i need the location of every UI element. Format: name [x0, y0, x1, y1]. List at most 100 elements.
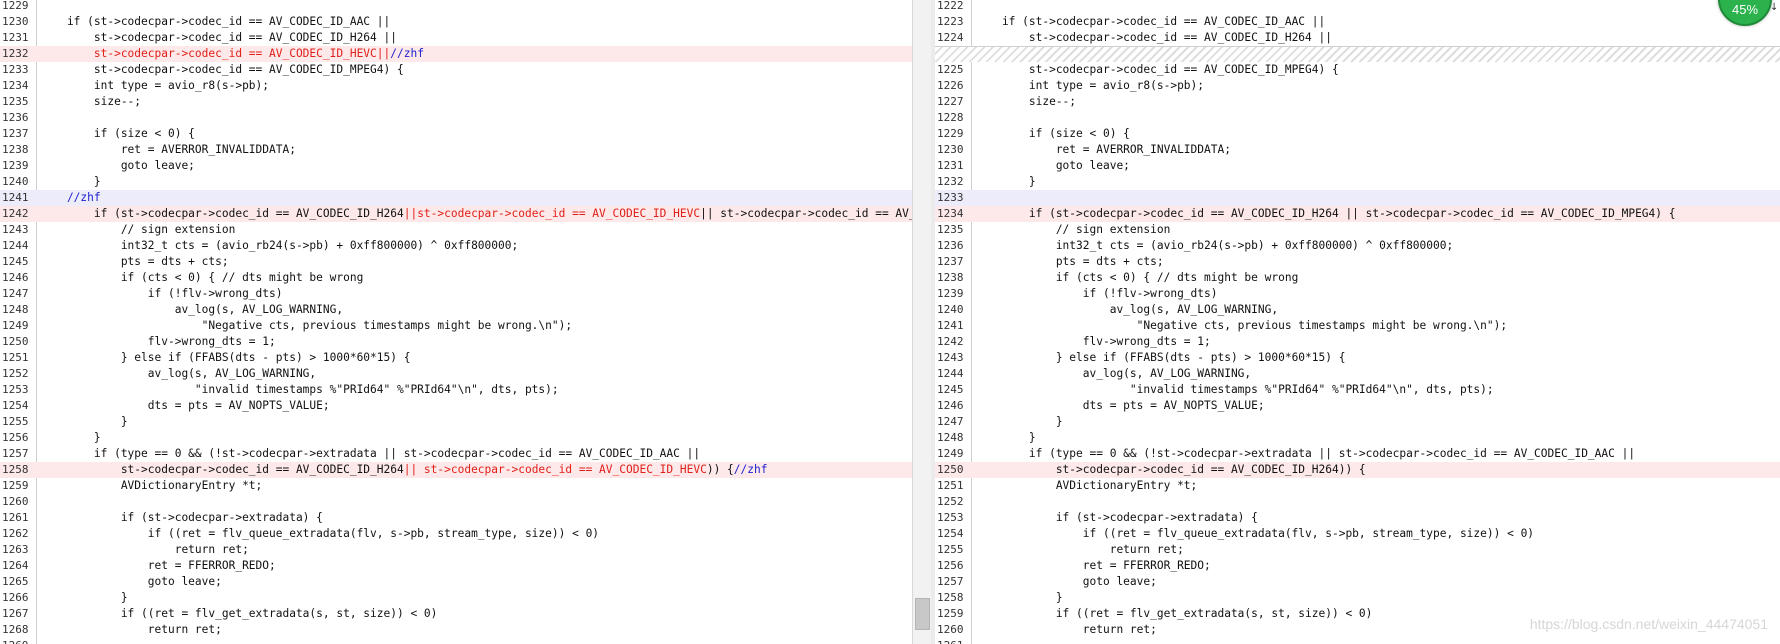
code-line[interactable]: 1248 av_log(s, AV_LOG_WARNING,: [0, 302, 912, 318]
code-line[interactable]: 1247 }: [935, 414, 1780, 430]
code-line[interactable]: 1250 flv->wrong_dts = 1;: [0, 334, 912, 350]
code-line[interactable]: 1231 goto leave;: [935, 158, 1780, 174]
code-line[interactable]: 1223 if (st->codecpar->codec_id == AV_CO…: [935, 14, 1780, 30]
code-line[interactable]: 1227 size--;: [935, 94, 1780, 110]
code-line[interactable]: 1258 }: [935, 590, 1780, 606]
code-line[interactable]: 1224 st->codecpar->codec_id == AV_CODEC_…: [935, 30, 1780, 46]
code-segment: if (!flv->wrong_dts): [40, 287, 283, 300]
code-line[interactable]: 1225 st->codecpar->codec_id == AV_CODEC_…: [935, 62, 1780, 78]
line-number: 1267: [2, 607, 29, 620]
code-lines-left[interactable]: 1229 1230 if (st->codecpar->codec_id == A…: [0, 0, 912, 644]
code-text: goto leave;: [40, 158, 912, 174]
code-line[interactable]: 1264 ret = FFERROR_REDO;: [0, 558, 912, 574]
code-line[interactable]: 1232 st->codecpar->codec_id == AV_CODEC_…: [0, 46, 912, 62]
code-line[interactable]: 1242 if (st->codecpar->codec_id == AV_CO…: [0, 206, 912, 222]
code-text: AVDictionaryEntry *t;: [975, 478, 1780, 494]
line-number: 1252: [2, 367, 29, 380]
code-line[interactable]: 1243 // sign extension: [0, 222, 912, 238]
code-line[interactable]: 1251 AVDictionaryEntry *t;: [935, 478, 1780, 494]
code-line[interactable]: 1253 "invalid timestamps %"PRId64" %"PRI…: [0, 382, 912, 398]
code-line[interactable]: 1252: [935, 494, 1780, 510]
code-line[interactable]: 1241 "Negative cts, previous timestamps …: [935, 318, 1780, 334]
code-line[interactable]: 1230 if (st->codecpar->codec_id == AV_CO…: [0, 14, 912, 30]
code-line[interactable]: 1255 }: [0, 414, 912, 430]
code-line[interactable]: 1242 flv->wrong_dts = 1;: [935, 334, 1780, 350]
code-line[interactable]: 1229 if (size < 0) {: [935, 126, 1780, 142]
code-line[interactable]: 1237 if (size < 0) {: [0, 126, 912, 142]
code-line[interactable]: 1268 return ret;: [0, 622, 912, 638]
code-line[interactable]: 1252 av_log(s, AV_LOG_WARNING,: [0, 366, 912, 382]
code-line[interactable]: 1244 av_log(s, AV_LOG_WARNING,: [935, 366, 1780, 382]
code-line[interactable]: 1235 size--;: [0, 94, 912, 110]
code-line[interactable]: 1234 if (st->codecpar->codec_id == AV_CO…: [935, 206, 1780, 222]
code-text: if (st->codecpar->codec_id == AV_CODEC_I…: [40, 14, 912, 30]
code-line[interactable]: 1246 dts = pts = AV_NOPTS_VALUE;: [935, 398, 1780, 414]
code-line[interactable]: 1263 return ret;: [0, 542, 912, 558]
code-line[interactable]: 1237 pts = dts + cts;: [935, 254, 1780, 270]
code-text: av_log(s, AV_LOG_WARNING,: [40, 366, 912, 382]
code-line[interactable]: 1239 if (!flv->wrong_dts): [935, 286, 1780, 302]
code-line[interactable]: 1236: [0, 110, 912, 126]
code-line[interactable]: 1249 if (type == 0 && (!st->codecpar->ex…: [935, 446, 1780, 462]
code-line[interactable]: 1240 av_log(s, AV_LOG_WARNING,: [935, 302, 1780, 318]
code-line[interactable]: 1248 }: [935, 430, 1780, 446]
code-line[interactable]: 1269: [0, 638, 912, 644]
code-line[interactable]: 1230 ret = AVERROR_INVALIDDATA;: [935, 142, 1780, 158]
code-line[interactable]: 1260: [0, 494, 912, 510]
code-line[interactable]: 1257 if (type == 0 && (!st->codecpar->ex…: [0, 446, 912, 462]
code-line[interactable]: 1240 }: [0, 174, 912, 190]
code-line[interactable]: 1235 // sign extension: [935, 222, 1780, 238]
code-line[interactable]: 1233: [935, 190, 1780, 206]
code-line[interactable]: 1256 }: [0, 430, 912, 446]
code-line[interactable]: 1259 AVDictionaryEntry *t;: [0, 478, 912, 494]
code-line[interactable]: 1256 ret = FFERROR_REDO;: [935, 558, 1780, 574]
code-line[interactable]: 1246 if (cts < 0) { // dts might be wron…: [0, 270, 912, 286]
code-line[interactable]: 1247 if (!flv->wrong_dts): [0, 286, 912, 302]
code-line[interactable]: 1254 dts = pts = AV_NOPTS_VALUE;: [0, 398, 912, 414]
code-line[interactable]: 1239 goto leave;: [0, 158, 912, 174]
line-number: 1260: [2, 495, 29, 508]
code-line[interactable]: 1241 //zhf: [0, 190, 912, 206]
code-line[interactable]: 1261: [935, 638, 1780, 644]
code-line[interactable]: 1228: [935, 110, 1780, 126]
code-line[interactable]: 1249 "Negative cts, previous timestamps …: [0, 318, 912, 334]
code-line[interactable]: 1233 st->codecpar->codec_id == AV_CODEC_…: [0, 62, 912, 78]
code-line[interactable]: 1253 if (st->codecpar->extradata) {: [935, 510, 1780, 526]
code-line[interactable]: 1226 int type = avio_r8(s->pb);: [935, 78, 1780, 94]
code-segment: if (size < 0) {: [975, 127, 1130, 140]
scrollbar-thumb[interactable]: [915, 598, 930, 630]
code-line[interactable]: 1222: [935, 0, 1780, 14]
line-number: 1253: [937, 511, 964, 524]
code-line[interactable]: 1261 if (st->codecpar->extradata) {: [0, 510, 912, 526]
code-line[interactable]: 1245 pts = dts + cts;: [0, 254, 912, 270]
code-line[interactable]: 1236 int32_t cts = (avio_rb24(s->pb) + 0…: [935, 238, 1780, 254]
code-line[interactable]: 1231 st->codecpar->codec_id == AV_CODEC_…: [0, 30, 912, 46]
diff-pane-left[interactable]: 1229 1230 if (st->codecpar->codec_id == A…: [0, 0, 912, 644]
code-lines-right[interactable]: 1222 1223 if (st->codecpar->codec_id == A…: [935, 0, 1780, 644]
line-number: 1234: [937, 207, 964, 220]
code-line[interactable]: 1229: [0, 0, 912, 14]
line-number: 1247: [937, 415, 964, 428]
code-line[interactable]: 1262 if ((ret = flv_queue_extradata(flv,…: [0, 526, 912, 542]
code-line[interactable]: 1267 if ((ret = flv_get_extradata(s, st,…: [0, 606, 912, 622]
code-line[interactable]: 1250 st->codecpar->codec_id == AV_CODEC_…: [935, 462, 1780, 478]
code-line[interactable]: 1238 if (cts < 0) { // dts might be wron…: [935, 270, 1780, 286]
code-line[interactable]: 1243 } else if (FFABS(dts - pts) > 1000*…: [935, 350, 1780, 366]
diff-pane-right[interactable]: 1222 1223 if (st->codecpar->codec_id == A…: [935, 0, 1780, 644]
code-line[interactable]: [935, 46, 1780, 62]
code-line[interactable]: 1234 int type = avio_r8(s->pb);: [0, 78, 912, 94]
code-line[interactable]: 1238 ret = AVERROR_INVALIDDATA;: [0, 142, 912, 158]
code-line[interactable]: 1258 st->codecpar->codec_id == AV_CODEC_…: [0, 462, 912, 478]
vertical-scrollbar[interactable]: [912, 0, 932, 644]
code-line[interactable]: 1244 int32_t cts = (avio_rb24(s->pb) + 0…: [0, 238, 912, 254]
code-text: dts = pts = AV_NOPTS_VALUE;: [40, 398, 912, 414]
code-line[interactable]: 1232 }: [935, 174, 1780, 190]
code-line[interactable]: 1254 if ((ret = flv_queue_extradata(flv,…: [935, 526, 1780, 542]
code-text: //zhf: [40, 190, 912, 206]
code-line[interactable]: 1266 }: [0, 590, 912, 606]
code-line[interactable]: 1251 } else if (FFABS(dts - pts) > 1000*…: [0, 350, 912, 366]
code-line[interactable]: 1257 goto leave;: [935, 574, 1780, 590]
code-line[interactable]: 1245 "invalid timestamps %"PRId64" %"PRI…: [935, 382, 1780, 398]
code-line[interactable]: 1265 goto leave;: [0, 574, 912, 590]
code-line[interactable]: 1255 return ret;: [935, 542, 1780, 558]
